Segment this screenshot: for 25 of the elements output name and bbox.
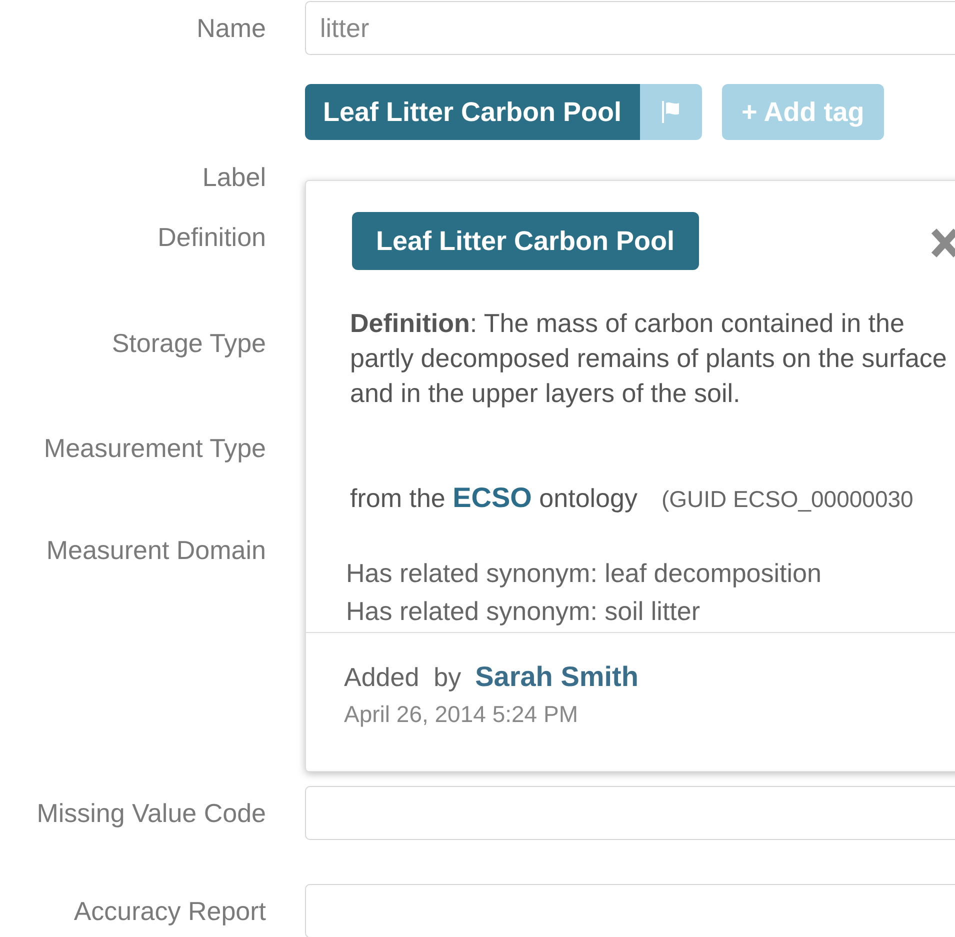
field-label: Storage Type: [112, 328, 266, 358]
field-label: Measurent Domain: [46, 534, 266, 564]
flag-icon: [660, 100, 681, 124]
input-field[interactable]: [305, 884, 955, 937]
field-label: Accuracy Report: [74, 896, 266, 926]
guid-text: (GUID ECSO_00000030: [661, 485, 914, 514]
tag-label: Leaf Litter Carbon Pool: [305, 84, 640, 140]
field-label: Definition: [158, 222, 266, 252]
synonym-text: Has related synonym: soil litter: [346, 595, 702, 628]
term-tag[interactable]: Leaf Litter Carbon Pool: [352, 212, 699, 270]
flag-button[interactable]: [640, 84, 702, 140]
author-link[interactable]: Sarah Smith: [475, 661, 638, 693]
input-field[interactable]: litter: [305, 1, 955, 55]
added-by-label: Added by: [344, 662, 462, 693]
field-label: Label: [202, 162, 266, 192]
source-text: from the ECSO ontology: [350, 483, 638, 513]
date-text: April 26, 2014 5:24 PM: [344, 701, 579, 728]
field-label: Measurement Type: [44, 432, 266, 462]
tag[interactable]: Leaf Litter Carbon Pool: [305, 84, 702, 140]
definition-text: Definition: The mass of carbon contained in the partly decomposed remains of plants on the surface and in the upper layers of the soil.: [350, 307, 948, 410]
ontology-link[interactable]: ECSO: [452, 482, 532, 513]
input-field[interactable]: [305, 786, 955, 840]
synonym-text: Has related synonym: leaf decomposition: [346, 557, 822, 590]
field-label: Name: [196, 12, 266, 42]
field-label: Missing Value Code: [36, 798, 266, 828]
